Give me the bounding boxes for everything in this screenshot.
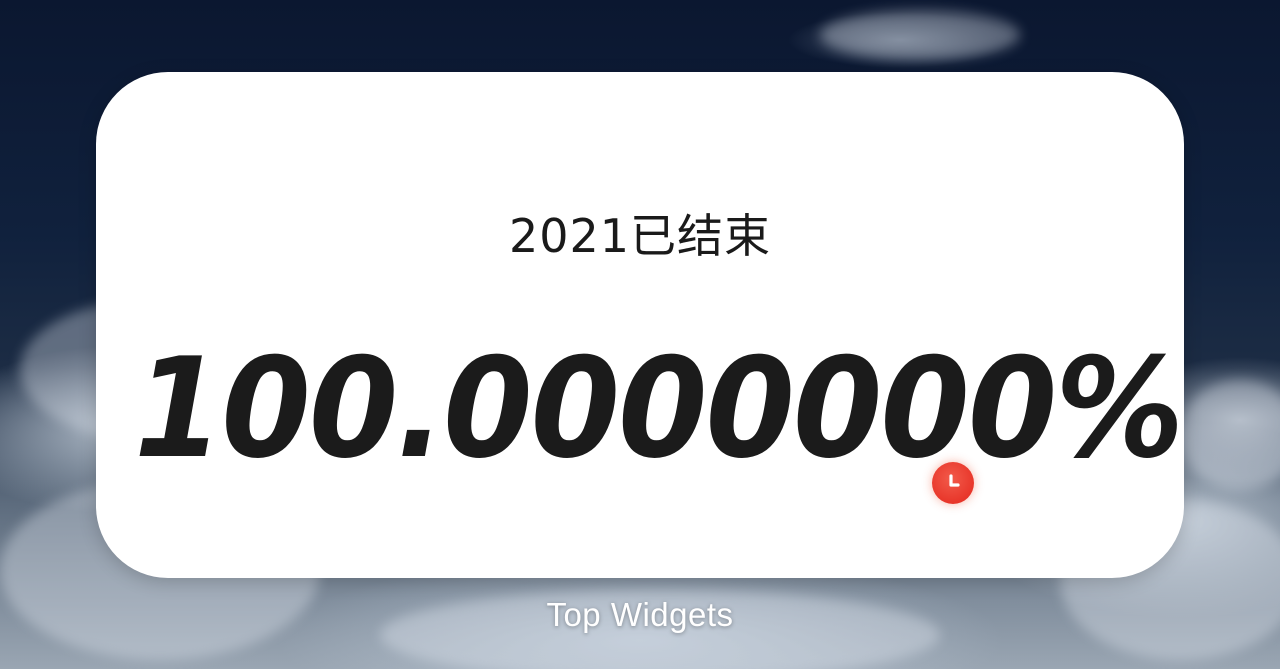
year-progress-percent: 100.0000000% — [134, 328, 1184, 489]
widget-title: 2021已结束 — [508, 209, 772, 263]
progress-widget[interactable]: 2021已结束 100.0000000% — [96, 72, 1184, 578]
clock-icon — [932, 462, 974, 504]
widget-app-label: Top Widgets — [546, 596, 734, 633]
clock-icon-glyph — [949, 474, 960, 487]
